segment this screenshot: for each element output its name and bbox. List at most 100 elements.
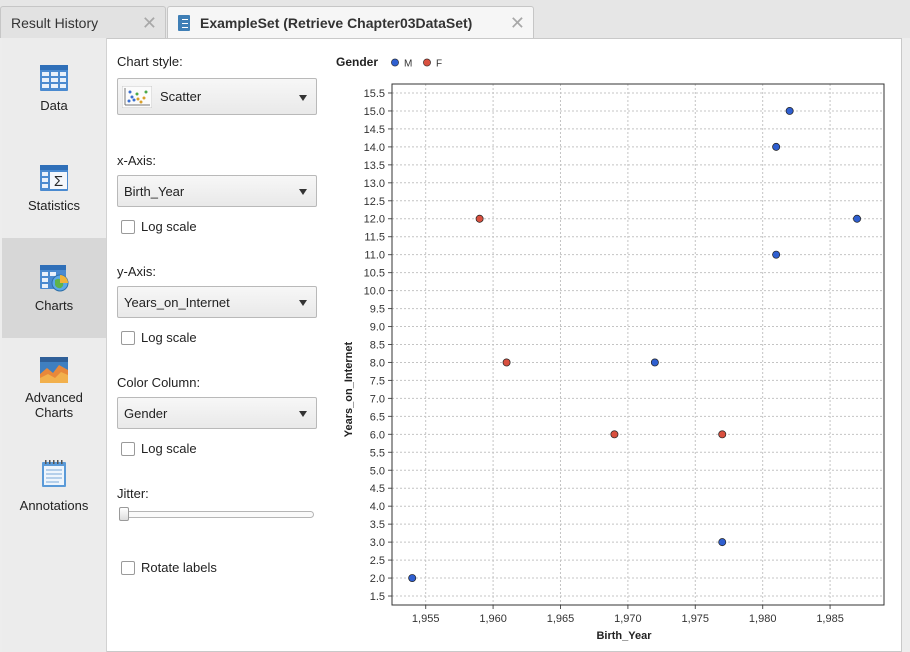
y-log-scale-checkbox[interactable]: Log scale xyxy=(121,330,197,345)
data-point-f[interactable] xyxy=(718,430,727,439)
data-point-m[interactable] xyxy=(853,214,861,223)
y-tick-label: 3.0 xyxy=(370,537,385,549)
sidebar-item-label: Data xyxy=(40,98,68,113)
sidebar-item-advanced-charts[interactable]: Advanced Charts xyxy=(2,338,106,438)
y-tick-label: 14.0 xyxy=(364,142,385,154)
y-tick-label: 9.0 xyxy=(370,322,385,334)
data-point-f[interactable] xyxy=(475,214,484,223)
y-tick-label: 11.5 xyxy=(364,232,385,244)
checkbox-box[interactable] xyxy=(121,560,135,575)
scatter-chart: Gender M F 1.5 2.0 2.5 3.0 3.5 4.0 4.5 5.0 5.5 6.0… xyxy=(328,48,900,646)
sidebar-item-statistics[interactable]: Σ Statistics xyxy=(2,138,106,238)
y-axis-title: Years_on_Internet xyxy=(343,341,355,437)
x-tick-label: 1,955 xyxy=(412,613,440,625)
y-tick-label: 11.0 xyxy=(364,250,385,262)
y-tick-label: 4.0 xyxy=(370,501,385,513)
checkbox-label: Rotate labels xyxy=(141,560,217,575)
close-icon[interactable]: ✕ xyxy=(142,13,157,34)
plot-area: 1.5 2.0 2.5 3.0 3.5 4.0 4.5 5.0 5.5 6.0 6.5 7.0 7.5 8… xyxy=(343,83,885,642)
tab-bar: Result History ✕ ExampleSet (Retrieve Ch… xyxy=(0,0,910,38)
data-point-m[interactable] xyxy=(772,250,781,259)
sidebar-item-annotations[interactable]: Annotations xyxy=(2,438,106,538)
sidebar-item-label: Charts xyxy=(34,298,74,313)
y-tick-label: 15.0 xyxy=(364,106,385,118)
y-tick-label: 10.5 xyxy=(364,268,385,280)
legend-label: F xyxy=(436,59,442,70)
y-tick-label: 9.5 xyxy=(370,304,385,316)
tab-label: Result History xyxy=(11,14,99,31)
data-point-m[interactable] xyxy=(772,142,781,151)
y-tick-label: 5.0 xyxy=(370,465,385,477)
sidebar-item-label-line2: Charts xyxy=(34,405,74,420)
y-tick-label: 6.5 xyxy=(370,411,385,423)
checkbox-box[interactable] xyxy=(121,219,135,234)
view-sidebar: Data Σ Statistics Charts Advanced Charts… xyxy=(2,38,107,652)
x-tick-label: 1,965 xyxy=(547,613,575,625)
x-tick-label: 1,970 xyxy=(614,613,642,625)
y-axis-select[interactable]: Years_on_Internet xyxy=(117,286,317,318)
chart-style-select[interactable]: Scatter xyxy=(117,78,317,115)
chart-canvas: Gender M F 1.5 2.0 2.5 3.0 3.5 4.0 4.5 5.0 5.5 6.0… xyxy=(336,55,885,642)
legend-marker xyxy=(391,58,399,67)
y-tick-label: 10.0 xyxy=(364,286,385,298)
data-point-f[interactable] xyxy=(610,430,619,439)
rotate-labels-checkbox[interactable]: Rotate labels xyxy=(121,560,217,575)
chevron-down-icon xyxy=(299,300,307,306)
checkbox-box[interactable] xyxy=(121,330,135,345)
x-axis-select[interactable]: Birth_Year xyxy=(117,175,317,207)
chart-config-panel: Chart style: Scatter x-Axis: Birth_Year … xyxy=(117,38,322,652)
legend-label: M xyxy=(404,59,412,70)
color-column-select[interactable]: Gender xyxy=(117,397,317,429)
x-tick-label: 1,975 xyxy=(682,613,710,625)
color-column-label: Color Column: xyxy=(117,375,201,390)
table-icon xyxy=(40,65,68,91)
sidebar-item-data[interactable]: Data xyxy=(2,38,106,138)
chart-style-value: Scatter xyxy=(160,89,202,104)
checkbox-label: Log scale xyxy=(141,219,197,234)
x-tick-label: 1,980 xyxy=(749,613,777,625)
y-tick-label: 13.0 xyxy=(364,178,385,190)
y-tick-label: 12.0 xyxy=(364,214,385,226)
jitter-slider-thumb[interactable] xyxy=(119,507,129,521)
jitter-slider-track[interactable] xyxy=(119,511,314,518)
checkbox-label: Log scale xyxy=(141,441,197,456)
y-tick-label: 8.0 xyxy=(370,357,385,369)
x-axis-value: Birth_Year xyxy=(124,183,185,199)
x-log-scale-checkbox[interactable]: Log scale xyxy=(121,219,197,234)
chart-globe-icon xyxy=(40,265,69,292)
notepad-icon xyxy=(42,460,66,487)
data-point-m[interactable] xyxy=(718,538,727,547)
data-point-m[interactable] xyxy=(650,358,659,367)
data-point-m[interactable] xyxy=(408,574,417,583)
tab-result-history[interactable]: Result History ✕ xyxy=(0,6,166,38)
y-tick-label: 2.5 xyxy=(370,555,385,567)
y-tick-label: 4.5 xyxy=(370,483,385,495)
tab-label: ExampleSet (Retrieve Chapter03DataSet) xyxy=(200,14,473,31)
chevron-down-icon xyxy=(299,189,307,195)
checkbox-label: Log scale xyxy=(141,330,197,345)
y-tick-label: 6.0 xyxy=(370,429,385,441)
legend-marker xyxy=(423,58,431,67)
checkbox-box[interactable] xyxy=(121,441,135,456)
close-icon[interactable]: ✕ xyxy=(510,13,525,34)
data-point-m[interactable] xyxy=(785,106,794,115)
tab-exampleset[interactable]: ExampleSet (Retrieve Chapter03DataSet) ✕ xyxy=(167,6,534,38)
sidebar-item-label: Statistics xyxy=(27,198,80,213)
data-point-f[interactable] xyxy=(502,358,511,367)
y-axis-label: y-Axis: xyxy=(117,264,156,279)
color-log-scale-checkbox[interactable]: Log scale xyxy=(121,441,197,456)
legend-title: Gender xyxy=(336,55,378,69)
y-tick-label: 2.0 xyxy=(370,573,385,585)
x-axis-title: Birth_Year xyxy=(596,630,652,642)
scatter-icon xyxy=(122,85,152,108)
y-tick-label: 15.5 xyxy=(364,88,385,100)
x-tick-label: 1,960 xyxy=(479,613,507,625)
sigma-table-icon: Σ xyxy=(40,165,68,191)
y-tick-label: 12.5 xyxy=(364,196,385,208)
y-tick-label: 5.5 xyxy=(370,447,385,459)
advanced-chart-icon xyxy=(40,357,68,383)
chart-style-label: Chart style: xyxy=(117,54,183,69)
sidebar-item-charts[interactable]: Charts xyxy=(2,238,106,338)
x-tick-label: 1,985 xyxy=(816,613,844,625)
y-tick-label: 7.5 xyxy=(370,375,385,387)
